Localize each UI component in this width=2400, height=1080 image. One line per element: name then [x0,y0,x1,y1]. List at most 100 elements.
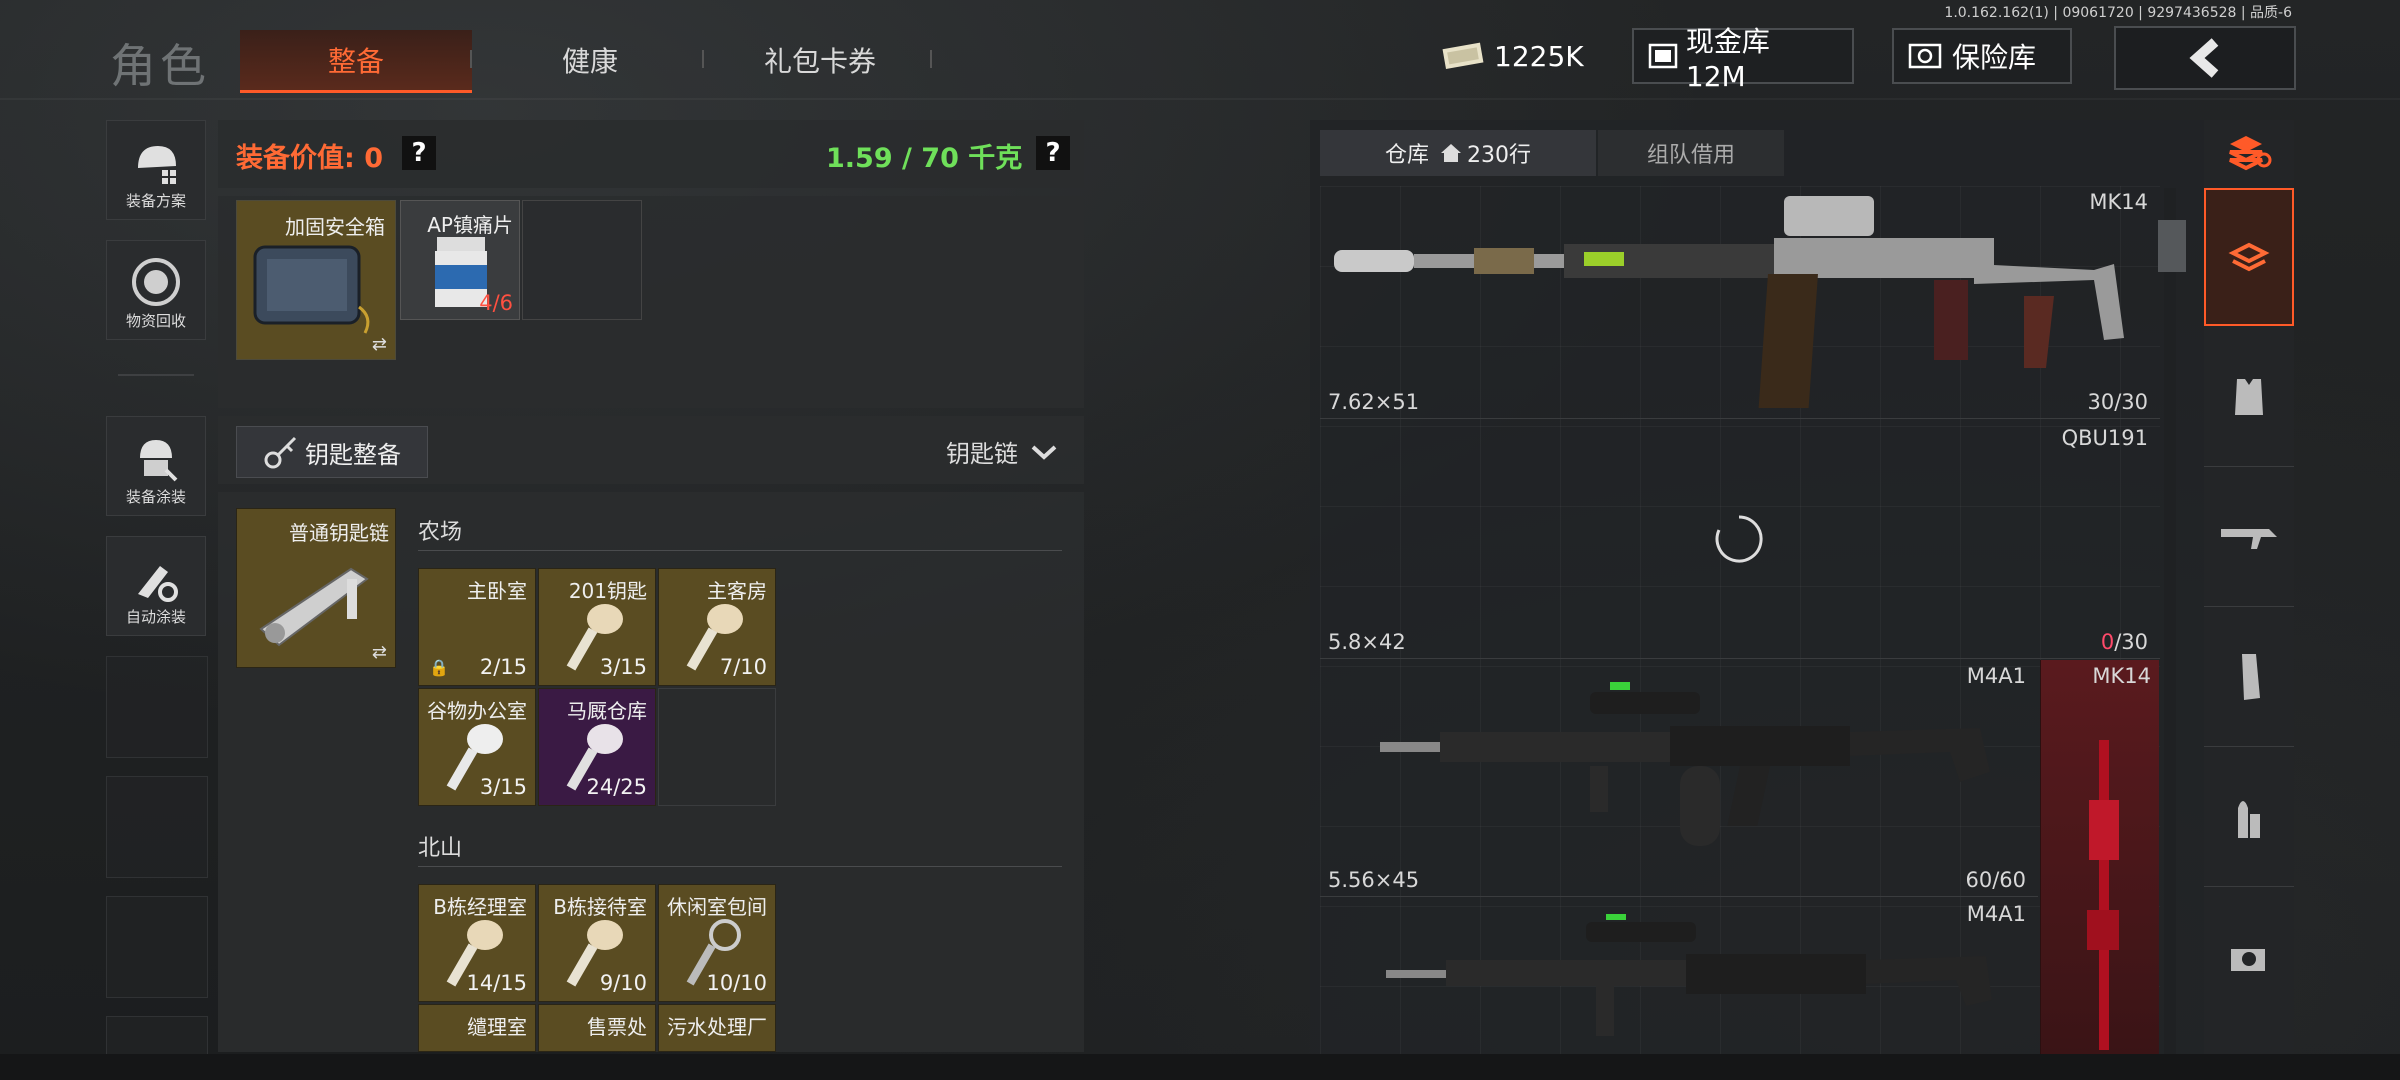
weapon-caliber: 5.8×42 [1328,630,1406,654]
row-count: 230行 [1467,143,1531,168]
sort-button[interactable] [2204,120,2294,184]
case-icon [253,245,370,334]
key-item[interactable]: 主卧室 🔒 2/15 [418,568,536,686]
tab-health[interactable]: 健康 [500,30,680,90]
tab-team-borrow[interactable]: 组队借用 [1598,130,1784,176]
chevron-down-icon [1031,445,1057,460]
key-item[interactable]: B栋经理室 14/15 [418,884,536,1002]
ammo-current: 0 [2100,630,2115,654]
bottom-strip [0,1054,2400,1080]
category-ammo[interactable] [2204,748,2294,887]
ammo-max: /30 [2114,630,2148,654]
category-armor[interactable] [2204,328,2294,467]
key-item[interactable]: 谷物办公室 3/15 [418,688,536,806]
key-item[interactable]: 马厩仓库 24/25 [538,688,656,806]
sidebar-item-loadout[interactable]: 装备方案 [106,120,206,220]
item-secure-case[interactable]: 加固安全箱 ⇄ [236,200,396,360]
empty-slot[interactable] [522,200,642,320]
tab-gift[interactable]: 礼包卡券 [730,30,910,90]
sort-stack-icon [2229,136,2272,171]
weapon-name: QBU191 [2061,426,2148,450]
empty-slot [658,688,776,806]
sidebar-item-skin[interactable]: 装备涂装 [106,416,206,516]
rifle-m4a1-icon [1380,682,1990,846]
swap-icon[interactable]: ⇄ [372,334,387,355]
rifle-icon [2221,529,2277,549]
category-all[interactable] [2204,188,2294,326]
item-keychain[interactable]: 普通钥匙链 ⇄ [236,508,396,668]
keychain-dropdown[interactable]: 钥匙链 [946,434,1058,469]
item-count: 4/6 [479,291,513,315]
key-item[interactable]: 污水处理厂 [658,1004,776,1052]
key-item[interactable]: 缱理室 [418,1004,536,1052]
version-text: 1.0.162.162(1) | 09061720 | 9297436528 |… [1944,5,2292,21]
group-divider [418,550,1062,551]
tab-warehouse[interactable]: 仓库 230行 [1320,130,1596,176]
key-item[interactable]: 主客房 7/10 [658,568,776,686]
item-name: AP镇痛片 [427,213,513,237]
weapon-caliber: 5.56×45 [1328,868,1420,892]
rifle-m4a1-icon [1386,914,1992,1036]
sidebar-item-auto-skin[interactable]: 自动涂装 [106,536,206,636]
sidebar-item-recycle[interactable]: 物资回收 [106,240,206,340]
key-count: 2/15 [479,655,527,679]
rifle-vertical-icon [2087,740,2119,1050]
weapon-name: MK14 [2092,664,2151,688]
key-item[interactable]: 201钥匙 3/15 [538,568,656,686]
weapon-slot[interactable]: M4A1 5.56×45 60/60 [1320,660,2038,897]
help-button[interactable]: ? [402,136,436,170]
weapon-slot[interactable]: QBU191 5.8×42 0/30 [1320,420,2160,659]
key-name: 缱理室 [467,1015,527,1039]
weapon-slot-side[interactable]: MK14 [2040,660,2159,1056]
key-name: 售票处 [587,1015,647,1039]
sidebar-item-label: 自动涂装 [125,608,186,626]
currency-amount: 1225K [1494,39,1584,73]
magazine-icon [2242,654,2260,700]
loading-spinner-icon [1715,515,1763,563]
page-title: 角色 [110,39,210,93]
scroll-thumb[interactable] [2158,220,2186,272]
helmet-grid-icon [138,146,176,184]
key-item[interactable]: B栋接待室 9/10 [538,884,656,1002]
category-attachment[interactable] [2204,888,2294,1026]
empty-slot [106,896,208,998]
equipment-value: 装备价值: 0 [236,143,383,174]
key-item[interactable]: 售票处 [538,1004,656,1052]
sidebar-item-label: 装备方案 [125,192,186,210]
tab-divider [930,50,932,68]
safe-label: 保险库 [1952,41,2037,74]
tab-label: 礼包卡券 [763,45,876,78]
tab-divider [470,50,472,68]
category-weapon[interactable] [2204,468,2294,607]
key-group-title: 农场 [418,520,463,545]
help-button[interactable]: ? [1036,136,1070,170]
key-count: 10/10 [706,971,767,995]
home-icon [1441,144,1461,162]
layers-icon [2228,242,2270,272]
key-loadout-button[interactable]: 钥匙整备 [236,426,428,478]
keychain-icon [259,567,369,647]
weapon-caliber: 7.62×51 [1328,390,1420,414]
ammo-icon [2238,801,2260,838]
sidebar-item-label: 装备涂装 [125,488,186,506]
warehouse-scrollbar[interactable] [2158,188,2186,1056]
key-item[interactable]: 休闲室包间 10/10 [658,884,776,1002]
tab-divider [702,50,704,68]
soldier-icon [140,440,178,482]
tab-equip[interactable]: 整备 [240,30,472,93]
key-count: 14/15 [466,971,527,995]
tab-label: 整备 [327,45,384,78]
category-magazine[interactable] [2204,608,2294,747]
cash-vault-button[interactable]: 现金库 12M [1632,25,1854,93]
weapon-slot[interactable]: MK14 7.62×51 30/30 [1320,188,2160,419]
tab-label: 仓库 [1384,143,1429,168]
back-button[interactable] [2114,26,2296,90]
item-name: 普通钥匙链 [289,521,389,545]
key-name: 主卧室 [467,579,527,603]
item-painkiller[interactable]: AP镇痛片 4/6 [400,200,520,320]
safe-button[interactable]: 保险库 [1892,28,2072,84]
key-name: 污水处理厂 [667,1015,767,1039]
key-header: 钥匙整备 钥匙链 [218,416,1084,484]
swap-icon[interactable]: ⇄ [372,642,387,663]
weapon-slot[interactable]: M4A1 [1320,898,2038,1056]
